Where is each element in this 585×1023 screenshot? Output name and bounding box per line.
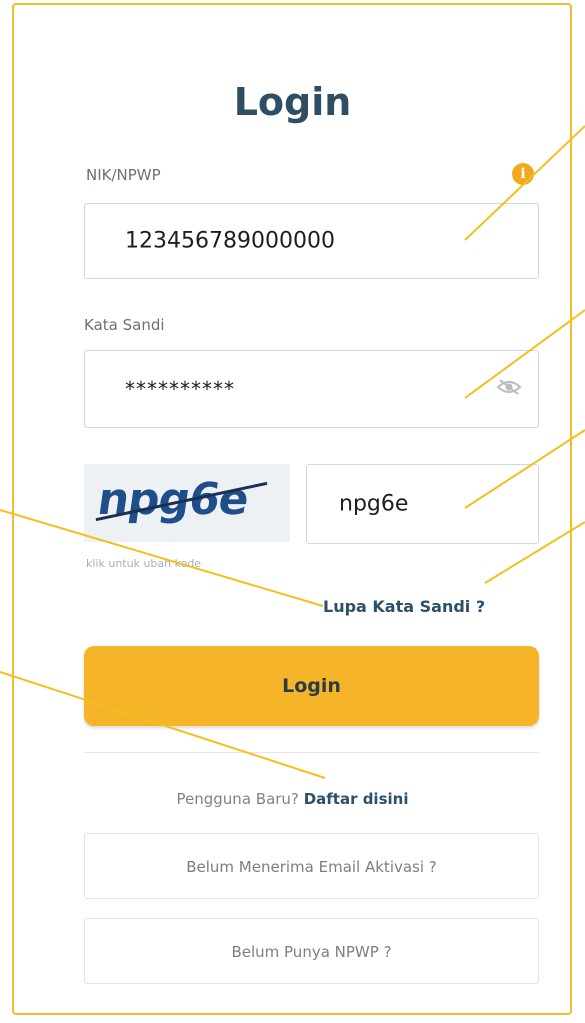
- annotation-line-nik: [464, 125, 585, 241]
- annotation-line-register: [0, 671, 326, 779]
- annotation-line-login: [484, 521, 585, 584]
- annotation-line-captcha: [464, 429, 585, 509]
- annotation-lines: [0, 125, 585, 779]
- annotation-line-forgot: [0, 509, 324, 607]
- annotation-line-password: [464, 309, 585, 399]
